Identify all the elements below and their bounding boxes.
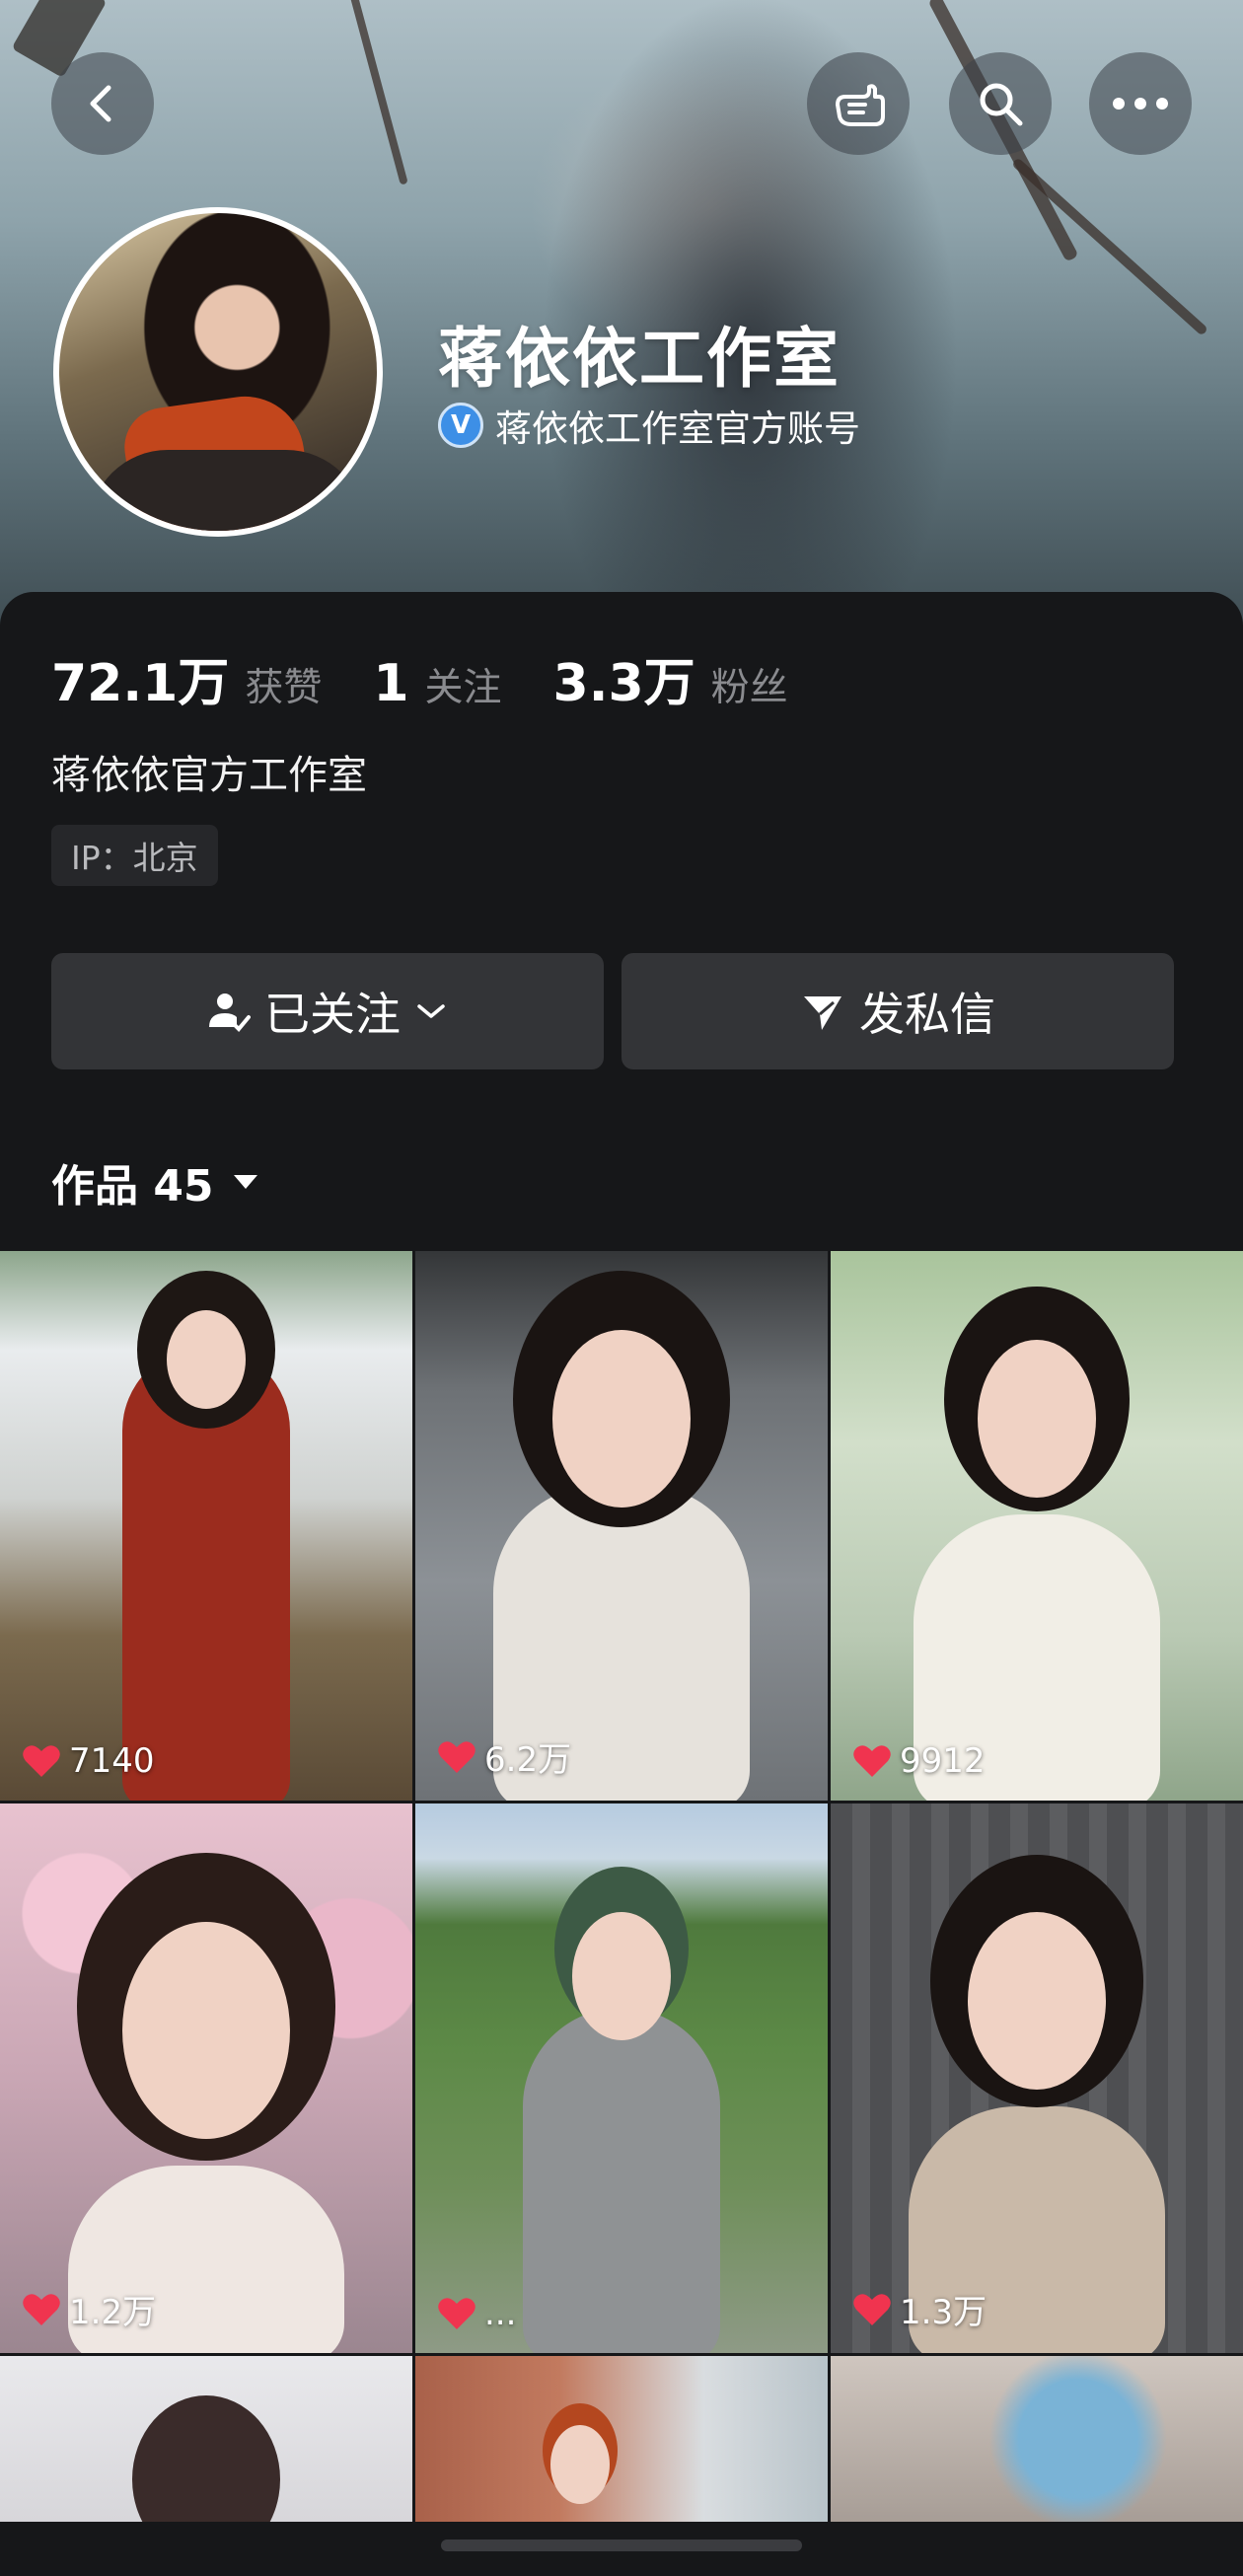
branch-decoration xyxy=(349,0,408,185)
video-thumbnail[interactable] xyxy=(831,2356,1243,2522)
stat-label: 获赞 xyxy=(245,666,323,710)
heart-icon xyxy=(438,1740,475,1773)
send-icon xyxy=(804,996,841,1030)
like-count-value: ... xyxy=(484,2294,517,2333)
pointing-hand-icon xyxy=(836,84,885,126)
follow-button-label: 已关注 xyxy=(264,988,401,1041)
video-grid: 7140 6.2万 9912 1.2万 ... 1.3万 xyxy=(0,1251,1243,2522)
user-check-icon xyxy=(209,994,251,1032)
more-dots-icon xyxy=(1113,98,1168,110)
video-thumbnail[interactable]: 1.2万 xyxy=(0,1803,412,2353)
video-thumbnail[interactable]: ... xyxy=(415,1803,828,2353)
chevron-down-icon xyxy=(417,1004,445,1018)
thumbnail-face xyxy=(132,2395,280,2522)
thumbnail-face xyxy=(978,1340,1096,1498)
message-button-label: 发私信 xyxy=(859,988,995,1041)
ip-location-tag: IP：北京 xyxy=(51,825,218,886)
search-icon xyxy=(980,83,1023,126)
follow-button[interactable]: 已关注 xyxy=(51,953,604,1069)
profile-name: 蒋依依工作室 xyxy=(438,321,841,397)
video-thumbnail[interactable]: 1.3万 xyxy=(831,1803,1243,2353)
thumbnail-face xyxy=(572,1912,671,2040)
share-button[interactable] xyxy=(807,52,910,155)
works-tab[interactable]: 作品 45 xyxy=(51,1150,259,1214)
like-count-value: 1.3万 xyxy=(900,2293,987,2332)
stat-likes: 72.1万 获赞 xyxy=(51,641,322,715)
heart-icon xyxy=(438,2298,475,2329)
like-count: ... xyxy=(437,2294,516,2333)
stat-followers[interactable]: 3.3万 粉丝 xyxy=(553,641,788,715)
message-button[interactable]: 发私信 xyxy=(622,953,1174,1069)
like-count: 9912 xyxy=(852,1741,986,1781)
video-thumbnail[interactable] xyxy=(0,2356,412,2522)
verification-row: V 蒋依依工作室官方账号 xyxy=(438,399,860,452)
more-button[interactable] xyxy=(1089,52,1192,155)
like-count: 1.3万 xyxy=(852,2285,987,2333)
stats-row: 72.1万 获赞 1 关注 3.3万 粉丝 xyxy=(51,641,840,715)
like-count-value: 7140 xyxy=(69,1741,155,1781)
like-count: 7140 xyxy=(22,1741,155,1781)
thumbnail-face xyxy=(122,1922,290,2139)
back-button[interactable] xyxy=(51,52,154,155)
thumbnail-face xyxy=(552,1330,691,1508)
like-count-value: 6.2万 xyxy=(484,1740,572,1780)
chevron-left-icon xyxy=(90,85,111,122)
heart-icon xyxy=(23,2293,60,2325)
stat-value: 1 xyxy=(373,654,409,713)
stat-value: 3.3万 xyxy=(552,654,695,713)
search-button[interactable] xyxy=(949,52,1052,155)
thumbnail-face xyxy=(167,1310,246,1409)
verified-icon: V xyxy=(438,403,483,448)
stat-label: 关注 xyxy=(424,666,502,710)
video-thumbnail[interactable]: 7140 xyxy=(0,1251,412,1801)
avatar-coat xyxy=(89,450,365,531)
thumbnail-figure xyxy=(122,1347,290,1801)
stat-following[interactable]: 1 关注 xyxy=(373,654,501,713)
stat-label: 粉丝 xyxy=(710,666,788,710)
verification-text: 蒋依依工作室官方账号 xyxy=(495,407,860,450)
like-count-value: 9912 xyxy=(900,1741,986,1781)
video-thumbnail[interactable]: 9912 xyxy=(831,1251,1243,1801)
thumbnail-face xyxy=(968,1912,1106,2090)
like-count: 1.2万 xyxy=(22,2285,156,2333)
like-count: 6.2万 xyxy=(437,1732,571,1781)
video-thumbnail[interactable]: 6.2万 xyxy=(415,1251,828,1801)
home-indicator xyxy=(441,2539,802,2551)
bio-text: 蒋依依官方工作室 xyxy=(51,753,367,798)
caret-down-icon xyxy=(233,1175,257,1189)
heart-icon xyxy=(853,2293,891,2325)
branch-decoration xyxy=(1011,157,1208,336)
like-count-value: 1.2万 xyxy=(69,2293,157,2332)
heart-icon xyxy=(853,1745,891,1777)
stat-value: 72.1万 xyxy=(51,654,230,713)
thumbnail-face xyxy=(550,2425,611,2504)
thumbnail-figure xyxy=(523,2008,720,2353)
heart-icon xyxy=(23,1745,60,1777)
works-title: 作品 45 xyxy=(51,1161,214,1212)
avatar[interactable] xyxy=(53,207,383,537)
profile-banner: 蒋依依工作室 V 蒋依依工作室官方账号 xyxy=(0,0,1243,631)
video-thumbnail[interactable] xyxy=(415,2356,828,2522)
